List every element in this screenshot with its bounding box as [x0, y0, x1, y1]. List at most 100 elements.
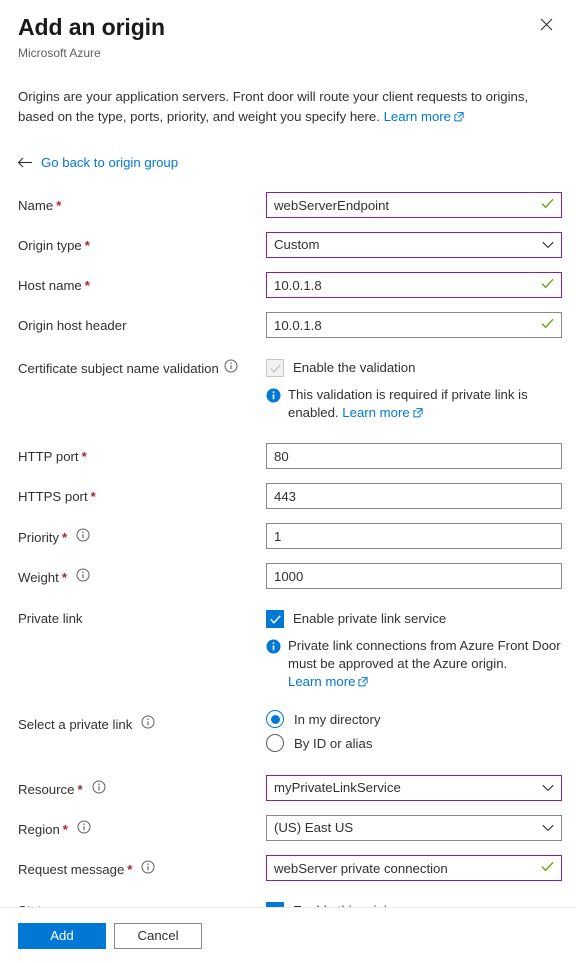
form-row-weight: Weight * [18, 561, 562, 589]
resource-dropdown[interactable]: myPrivateLinkService [266, 775, 562, 801]
info-circle-icon[interactable] [141, 715, 155, 733]
label-request-message: Request message * [18, 853, 266, 878]
panel-description: Origins are your application servers. Fr… [18, 87, 558, 128]
required-asterisk: * [61, 569, 67, 585]
host-name-input[interactable] [267, 273, 561, 297]
request-message-input[interactable] [267, 856, 561, 880]
http-port-input[interactable] [267, 444, 561, 468]
name-field-wrapper [266, 192, 562, 218]
required-asterisk: * [56, 198, 62, 213]
label-origin-type: Origin type * [18, 230, 266, 254]
resource-value: myPrivateLinkService [274, 780, 401, 795]
cert-validation-checkbox-row: Enable the validation [266, 354, 562, 377]
close-icon[interactable] [530, 8, 562, 40]
add-button[interactable]: Add [18, 922, 106, 949]
label-priority-text: Priority [18, 529, 60, 545]
radio-by-id-or-alias[interactable]: By ID or alias [266, 734, 562, 752]
label-resource-text: Resource [18, 781, 75, 797]
arrow-left-icon [17, 156, 33, 171]
label-http-port: HTTP port * [18, 441, 266, 465]
form-row-https-port: HTTPS port * [18, 481, 562, 509]
label-origin-host-header-text: Origin host header [18, 318, 127, 333]
cert-validation-checkbox-label: Enable the validation [293, 360, 416, 375]
required-asterisk: * [62, 529, 68, 545]
cancel-button[interactable]: Cancel [114, 922, 202, 949]
panel-footer: Add Cancel [0, 907, 576, 963]
required-asterisk: * [84, 278, 90, 293]
external-link-icon [454, 108, 464, 128]
private-link-checkbox-row[interactable]: Enable private link service [266, 605, 562, 628]
external-link-icon [358, 674, 369, 692]
panel-header: Add an origin Microsoft Azure [0, 0, 576, 61]
info-circle-icon[interactable] [92, 780, 106, 798]
private-link-checkbox[interactable] [266, 610, 284, 628]
label-region: Region * [18, 813, 266, 838]
label-weight: Weight * [18, 561, 266, 586]
required-asterisk: * [62, 821, 68, 837]
form-row-region: Region * (US) East US [18, 813, 562, 841]
radio-in-my-directory-control[interactable] [266, 710, 284, 728]
info-circle-icon[interactable] [76, 568, 90, 586]
required-asterisk: * [84, 238, 90, 253]
description-text: Origins are your application servers. Fr… [18, 89, 529, 124]
origin-host-header-field-wrapper [266, 312, 562, 338]
external-link-icon [413, 405, 423, 423]
form-row-private-link: Private link Enable private link service… [18, 603, 562, 692]
radio-in-my-directory[interactable]: In my directory [266, 710, 562, 728]
request-message-field-wrapper [266, 855, 562, 881]
radio-by-id-or-alias-control[interactable] [266, 734, 284, 752]
label-cert-validation: Certificate subject name validation [18, 352, 266, 377]
label-origin-type-text: Origin type [18, 238, 82, 253]
required-asterisk: * [90, 489, 96, 504]
close-glyph [540, 18, 552, 30]
form-row-origin-type: Origin type * Custom [18, 230, 562, 258]
private-link-info-text: Private link connections from Azure Fron… [288, 638, 561, 671]
label-https-port: HTTPS port * [18, 481, 266, 505]
https-port-input[interactable] [267, 484, 561, 508]
form-row-resource: Resource * myPrivateLinkService [18, 773, 562, 801]
label-weight-text: Weight [18, 569, 59, 585]
form-row-name: Name * [18, 190, 562, 218]
origin-host-header-input[interactable] [267, 313, 561, 337]
info-circle-icon[interactable] [77, 820, 91, 838]
cert-validation-info-message: This validation is required if private l… [266, 386, 562, 423]
label-name-text: Name [18, 198, 54, 213]
label-resource: Resource * [18, 773, 266, 798]
form-row-priority: Priority * [18, 521, 562, 549]
label-host-name: Host name * [18, 270, 266, 294]
add-origin-panel: Add an origin Microsoft Azure Origins ar… [0, 0, 576, 963]
name-input[interactable] [267, 193, 561, 217]
label-private-link: Private link [18, 603, 266, 627]
region-value: (US) East US [274, 820, 354, 835]
weight-input[interactable] [267, 564, 561, 588]
private-link-info-message: Private link connections from Azure Fron… [266, 637, 562, 692]
radio-by-id-or-alias-label: By ID or alias [294, 735, 373, 751]
info-circle-icon[interactable] [224, 359, 238, 377]
form-row-select-private-link: Select a private link In my directory By… [18, 708, 562, 758]
cert-validation-checkbox [266, 359, 284, 377]
cert-validation-learn-more-link[interactable]: Learn more [342, 405, 409, 420]
label-cert-validation-text: Certificate subject name validation [18, 360, 219, 376]
label-priority: Priority * [18, 521, 266, 546]
go-back-to-origin-group-link[interactable]: Go back to origin group [17, 154, 178, 172]
label-origin-host-header: Origin host header [18, 310, 266, 334]
http-port-field-wrapper [266, 443, 562, 469]
region-dropdown[interactable]: (US) East US [266, 815, 562, 841]
origin-type-dropdown[interactable]: Custom [266, 232, 562, 258]
private-link-learn-more-link[interactable]: Learn more [288, 674, 355, 689]
origin-type-value: Custom [274, 237, 320, 252]
radio-in-my-directory-label: In my directory [294, 711, 381, 727]
description-learn-more-link[interactable]: Learn more [384, 109, 451, 124]
priority-field-wrapper [266, 523, 562, 549]
info-filled-icon [266, 388, 281, 423]
info-circle-icon[interactable] [76, 528, 90, 546]
info-circle-icon[interactable] [141, 860, 155, 878]
weight-field-wrapper [266, 563, 562, 589]
form-row-request-message: Request message * [18, 853, 562, 881]
origin-form: Name * Origin type * Custom [0, 190, 576, 920]
form-row-cert-validation: Certificate subject name validation Enab… [18, 352, 562, 423]
info-filled-icon [266, 639, 281, 692]
priority-input[interactable] [267, 524, 561, 548]
label-http-port-text: HTTP port [18, 449, 79, 464]
form-row-http-port: HTTP port * [18, 441, 562, 469]
